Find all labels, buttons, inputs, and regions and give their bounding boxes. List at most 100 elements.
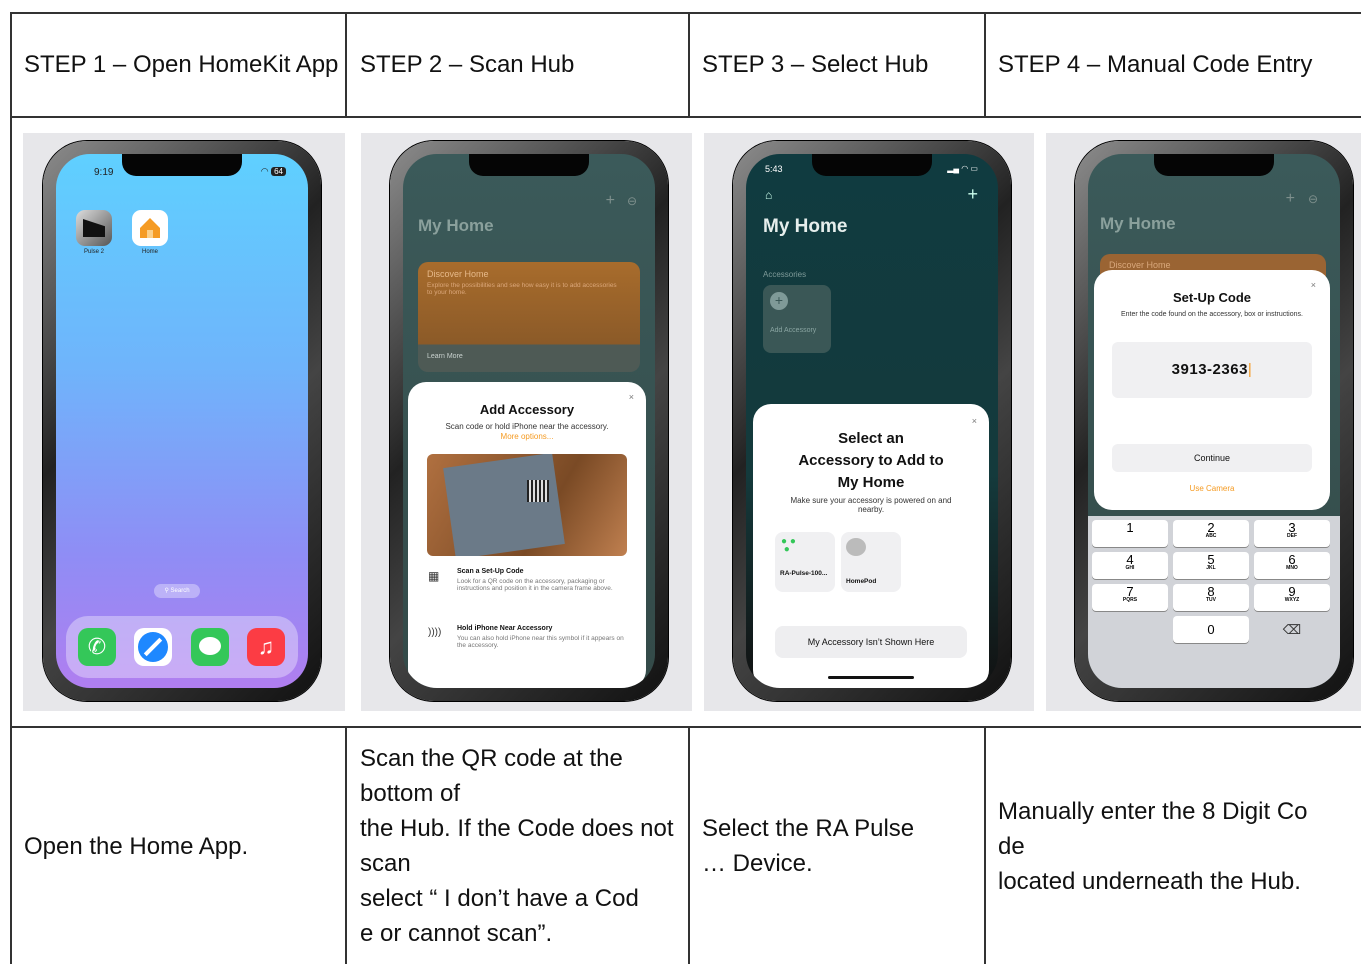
phone-notch bbox=[122, 154, 242, 176]
device-tile-ra-pulse[interactable]: ● ● ● RA-Pulse-100... bbox=[775, 532, 835, 592]
description-line: located underneath the Hub. bbox=[998, 867, 1301, 895]
numeric-keypad: 1 2 ABC 3 DEF 4 GHI 5 JKL 6 MNO 7 PQRS 8 TUV 9W… bbox=[1088, 516, 1340, 688]
key-letters: MNO bbox=[1286, 565, 1298, 571]
delete-icon[interactable]: ⌫ bbox=[1254, 616, 1330, 643]
add-accessory-tile[interactable]: + Add Accessory bbox=[763, 285, 831, 353]
dock: ✆ ♫ bbox=[66, 616, 298, 678]
header-step-4: STEP 4 – Manual Code Entry bbox=[998, 50, 1313, 78]
key-7[interactable]: 7 PQRS bbox=[1092, 584, 1168, 611]
sheet-subtitle: Scan code or hold iPhone near the access… bbox=[445, 422, 609, 431]
safari-icon[interactable] bbox=[134, 628, 172, 666]
setup-code-sheet: × Set-Up Code Enter the code found on th… bbox=[1094, 270, 1330, 510]
music-icon[interactable]: ♫ bbox=[247, 628, 285, 666]
iphone-frame: + ⊖ My Home Discover Home Explore the po… bbox=[390, 141, 668, 701]
phone-icon[interactable]: ✆ bbox=[78, 628, 116, 666]
home-title: My Home bbox=[418, 216, 494, 235]
sheet-title-line: Accessory to Add to bbox=[798, 452, 944, 469]
discover-title: Discover Home bbox=[427, 269, 489, 279]
home-icon[interactable]: ⌂ bbox=[765, 188, 772, 202]
add-accessory-label: Add Accessory bbox=[770, 327, 817, 334]
app-label-home: Home bbox=[141, 249, 158, 255]
table-col-divider bbox=[345, 726, 347, 964]
messages-icon[interactable] bbox=[191, 628, 229, 666]
key-0[interactable]: 0 bbox=[1173, 616, 1249, 643]
more-icon[interactable]: ⊖ bbox=[1308, 192, 1318, 206]
description-step-4: Manually enter the 8 Digit Co de located… bbox=[998, 728, 1358, 964]
search-icon: ⚲ bbox=[164, 588, 169, 594]
pulse-app-icon[interactable] bbox=[76, 210, 112, 246]
select-accessory-sheet: × Select an Accessory to Add to My Home … bbox=[753, 404, 989, 688]
table-col-divider bbox=[688, 12, 690, 116]
description-line: Select the RA Pulse bbox=[702, 815, 915, 842]
description-line: de bbox=[998, 832, 1025, 860]
description-line: e or cannot scan”. bbox=[360, 920, 553, 947]
text-cursor: | bbox=[1247, 361, 1253, 378]
table-col-divider bbox=[984, 726, 986, 964]
key-digit: 1 bbox=[1126, 520, 1134, 535]
more-options-link[interactable]: More options... bbox=[408, 432, 646, 441]
key-3[interactable]: 3 DEF bbox=[1254, 520, 1330, 547]
key-6[interactable]: 6 MNO bbox=[1254, 552, 1330, 579]
home-app-icon[interactable] bbox=[132, 210, 168, 246]
description-step-2: Scan the QR code at the bottom of the Hu… bbox=[360, 728, 685, 964]
scan-code-text: Look for a QR code on the accessory, pac… bbox=[457, 578, 613, 592]
close-icon[interactable]: × bbox=[1311, 280, 1316, 290]
accessory-not-shown-button[interactable]: My Accessory Isn’t Shown Here bbox=[775, 626, 967, 658]
iphone-frame: 5:43 ▂▄ ◠ ▭ ⌂ + My Home Accessories + Ad… bbox=[733, 141, 1011, 701]
qr-icon: ▦ bbox=[428, 569, 440, 583]
setup-code-input[interactable]: 3913-2363| bbox=[1112, 342, 1312, 398]
continue-button[interactable]: Continue bbox=[1112, 444, 1312, 472]
sheet-title-line: Select an bbox=[838, 430, 904, 447]
key-8[interactable]: 8 TUV bbox=[1173, 584, 1249, 611]
spotlight-search-pill[interactable]: ⚲ Search bbox=[154, 584, 200, 598]
sheet-title: Select an Accessory to Add to My Home bbox=[753, 428, 989, 494]
home-app-screen: + ⊖ My Home Discover Home × Set-Up Code … bbox=[1088, 154, 1340, 688]
camera-viewfinder bbox=[427, 454, 627, 556]
discover-text: Explore the possibilities and see how ea… bbox=[427, 282, 617, 296]
key-9[interactable]: 9 WXYZ bbox=[1254, 584, 1330, 611]
phone-notch bbox=[1154, 154, 1274, 176]
use-camera-link[interactable]: Use Camera bbox=[1094, 484, 1330, 493]
add-accessory-sheet: × Add Accessory Scan code or hold iPhone… bbox=[408, 382, 646, 688]
key-letters: GHI bbox=[1125, 565, 1135, 571]
description-line: Open the Home App. bbox=[24, 832, 249, 860]
hub-photo bbox=[443, 454, 565, 556]
table-col-divider bbox=[688, 726, 690, 964]
close-icon[interactable]: × bbox=[972, 416, 977, 426]
description-line: the Hub. If the Code does not scan bbox=[360, 815, 674, 877]
key-letters: JKL bbox=[1206, 565, 1216, 571]
screenshot-step-1: 9:19 ◠ 64 Pulse 2 Home ⚲ Search ✆ ♫ bbox=[23, 133, 345, 711]
phone-notch bbox=[812, 154, 932, 176]
scan-code-title: Scan a Set-Up Code bbox=[457, 568, 524, 575]
more-icon[interactable]: ⊖ bbox=[627, 194, 637, 208]
key-4[interactable]: 4 GHI bbox=[1092, 552, 1168, 579]
key-1[interactable]: 1 bbox=[1092, 520, 1168, 547]
add-icon[interactable]: + bbox=[967, 184, 978, 205]
device-name: HomePod bbox=[846, 578, 877, 585]
key-2[interactable]: 2 ABC bbox=[1173, 520, 1249, 547]
add-icon[interactable]: + bbox=[606, 192, 615, 210]
setup-code-value: 3913-2363 bbox=[1171, 361, 1248, 378]
nfc-icon: )))) bbox=[428, 627, 442, 638]
home-screen: 9:19 ◠ 64 Pulse 2 Home ⚲ Search ✆ ♫ bbox=[56, 154, 308, 688]
sheet-title: Add Accessory bbox=[479, 402, 575, 417]
description-step-1: Open the Home App. bbox=[24, 728, 339, 964]
search-label: Search bbox=[170, 588, 190, 594]
sheet-subtitle: Enter the code found on the accessory, b… bbox=[1121, 311, 1303, 318]
close-icon[interactable]: × bbox=[629, 392, 634, 402]
device-tile-homepod[interactable]: HomePod bbox=[841, 532, 901, 592]
key-letters: WXYZ bbox=[1284, 597, 1300, 603]
add-icon[interactable]: + bbox=[1286, 190, 1295, 208]
home-title: My Home bbox=[763, 216, 848, 237]
discover-home-card[interactable]: Discover Home Explore the possibilities … bbox=[418, 262, 640, 372]
learn-more-link[interactable]: Learn More bbox=[427, 353, 463, 360]
discover-title: Discover Home bbox=[1109, 260, 1171, 270]
app-label-pulse: Pulse 2 bbox=[83, 249, 104, 255]
nfc-title: Hold iPhone Near Accessory bbox=[457, 625, 553, 632]
battery-icon: 64 bbox=[271, 167, 286, 176]
home-title: My Home bbox=[1100, 214, 1176, 233]
description-line: select “ I don’t have a Cod bbox=[360, 885, 639, 912]
key-digit: 0 bbox=[1207, 622, 1215, 637]
key-5[interactable]: 5 JKL bbox=[1173, 552, 1249, 579]
home-app-screen: + ⊖ My Home Discover Home Explore the po… bbox=[403, 154, 655, 688]
